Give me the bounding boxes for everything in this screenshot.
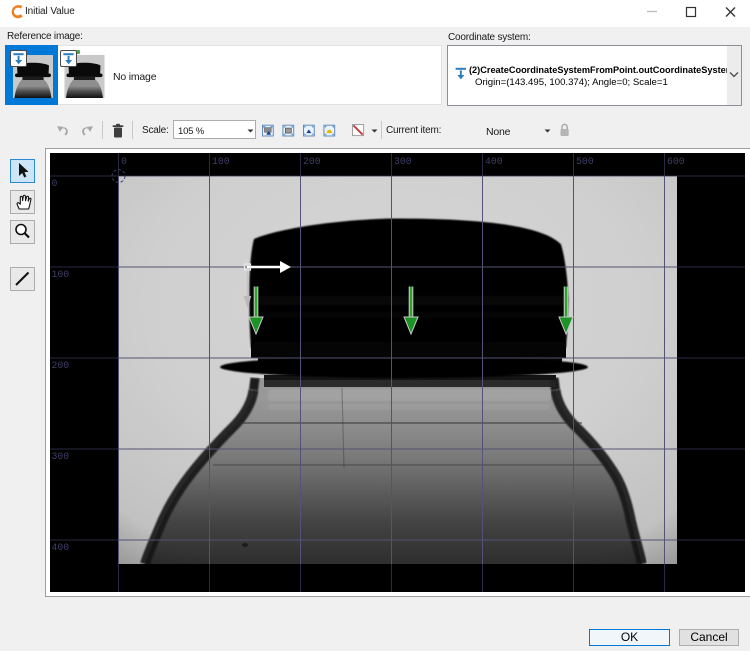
svg-text:100: 100 (212, 156, 230, 167)
svg-text:200: 200 (52, 360, 70, 371)
svg-text:600: 600 (667, 156, 685, 167)
svg-text:0: 0 (121, 156, 127, 167)
svg-text:400: 400 (485, 156, 503, 167)
svg-text:400: 400 (52, 542, 70, 553)
svg-text:500: 500 (576, 156, 594, 167)
svg-text:300: 300 (394, 156, 412, 167)
svg-text:0: 0 (52, 178, 58, 189)
svg-text:100: 100 (52, 269, 70, 280)
svg-text:300: 300 (52, 451, 70, 462)
svg-text:200: 200 (303, 156, 321, 167)
